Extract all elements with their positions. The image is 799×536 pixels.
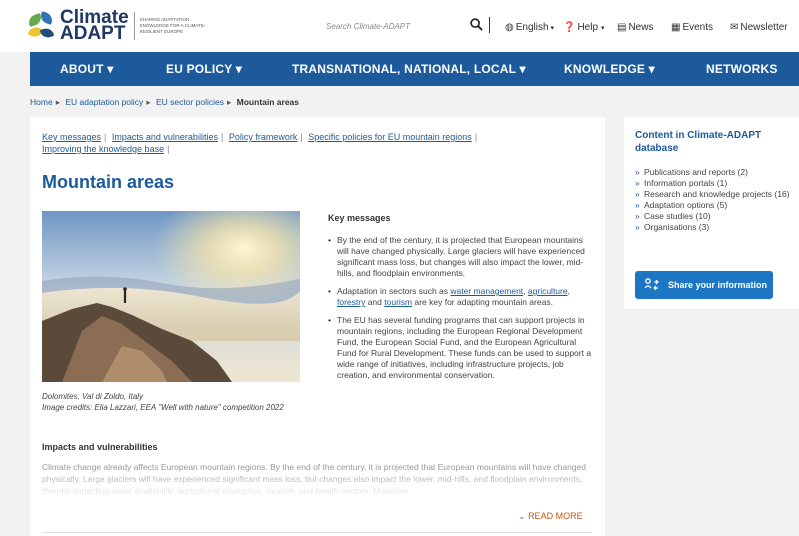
top-header: Climate ADAPT SHARING ADAPTATION KNOWLED… [0,0,799,52]
breadcrumb-home[interactable]: Home [30,97,53,107]
share-icon [644,278,659,291]
logo-divider [133,12,135,40]
main-content: Key messages | Impacts and vulnerabilitie… [30,117,605,536]
photo-caption: Dolomites, Val di Zoldo, Italy Image cre… [42,391,284,413]
anchor-specific-policies[interactable]: Specific policies for EU mountain region… [308,132,472,142]
link-tourism[interactable]: tourism [384,297,412,307]
sidebar-item-research[interactable]: Research and knowledge projects (16) [635,189,790,200]
nav-item-transnational[interactable]: TRANSNATIONAL, NATIONAL, LOCAL ▾ [292,62,526,76]
logo-tagline: SHARING ADAPTATION KNOWLEDGE FOR A CLIMA… [139,17,206,34]
anchor-knowledge-base[interactable]: Improving the knowledge base [42,144,164,154]
logo-line2: ADAPT [60,23,126,44]
news-label: News [628,22,654,33]
caption-location: Dolomites, Val di Zoldo, Italy [42,392,144,401]
help-label: Help [577,22,599,33]
search-divider [489,17,490,33]
anchor-impacts[interactable]: Impacts and vulnerabilities [112,132,218,142]
help-icon: ❓ [563,22,576,33]
key-messages-list: By the end of the century, it is project… [328,235,594,388]
nav-item-knowledge[interactable]: KNOWLEDGE ▾ [564,62,655,76]
page-title: Mountain areas [42,172,175,192]
newsletter-label: Newsletter [740,22,788,33]
caption-credits: Image credits: Elia Lazzari, EEA "Well w… [42,403,284,412]
sidebar-item-portals[interactable]: Information portals (1) [635,178,790,189]
list-item: The EU has several funding programs that… [328,315,594,381]
breadcrumb-current: Mountain areas [236,97,300,107]
help-menu[interactable]: ❓ Help ▾ [563,22,607,33]
sidebar-title: Content in Climate-ADAPT database [635,130,762,154]
events-link[interactable]: ▦ Events [671,22,713,33]
divider [42,532,592,533]
language-label: English [515,22,549,33]
read-more-button[interactable]: ⌄ READ MORE [518,511,583,522]
list-item: Adaptation in sectors such as water mana… [328,286,594,308]
sidebar-item-adaptation-options[interactable]: Adaptation options (5) [635,200,790,211]
link-water-management[interactable]: water management [450,286,523,296]
nav-item-eu-policy[interactable]: EU POLICY ▾ [166,62,242,76]
impacts-heading: Impacts and vulnerabilities [42,442,158,452]
chevron-down-icon: ⌄ [518,511,526,521]
climate-adapt-logo[interactable]: Climate ADAPT SHARING ADAPTATION KNOWLED… [26,8,210,44]
share-button-label: Share your information [668,280,768,290]
nav-item-about[interactable]: ABOUT ▾ [60,62,113,76]
search-icon[interactable] [470,18,483,31]
breadcrumb-sector-policies[interactable]: EU sector policies [156,97,224,107]
nav-item-networks[interactable]: NETWORKS [706,62,778,76]
sidebar-item-case-studies[interactable]: Case studies (10) [635,211,790,222]
caret-down-icon: ▾ [550,24,555,32]
news-icon: ▤ [617,22,627,33]
globe-icon: ◍ [505,22,514,33]
sidebar-item-publications[interactable]: Publications and reports (2) [635,167,790,178]
calendar-icon: ▦ [671,22,681,33]
search-input[interactable]: Search Climate-ADAPT [326,22,410,31]
anchor-key-messages[interactable]: Key messages [42,132,101,142]
logo-mark-icon [26,11,56,41]
sidebar-database-content: Content in Climate-ADAPT database Public… [624,117,799,309]
events-label: Events [682,22,714,33]
list-item: By the end of the century, it is project… [328,235,594,279]
anchor-policy-framework[interactable]: Policy framework [229,132,298,142]
link-forestry[interactable]: forestry [337,297,365,307]
sidebar-list: Publications and reports (2) Information… [635,167,790,233]
key-messages-heading: Key messages [328,213,391,223]
mountain-photo [42,211,300,382]
caret-down-icon: ▾ [601,24,605,32]
text-fade-overlay [42,469,597,499]
breadcrumb-eu-policy[interactable]: EU adaptation policy [65,97,143,107]
breadcrumb: Home ▸ EU adaptation policy ▸ EU sector po… [30,97,300,107]
main-navigation: ABOUT ▾ EU POLICY ▾ TRANSNATIONAL, NATIO… [30,52,799,86]
share-information-button[interactable]: Share your information [635,271,773,299]
news-link[interactable]: ▤ News [617,22,653,33]
link-agriculture[interactable]: agriculture [528,286,568,296]
logo-wordmark: Climate ADAPT [60,8,129,44]
section-anchor-links: Key messages | Impacts and vulnerabilitie… [42,132,478,154]
newsletter-link[interactable]: ✉ Newsletter [730,22,788,33]
sidebar-item-organisations[interactable]: Organisations (3) [635,222,790,233]
language-selector[interactable]: ◍ English ▾ [505,22,556,33]
envelope-icon: ✉ [730,22,739,33]
